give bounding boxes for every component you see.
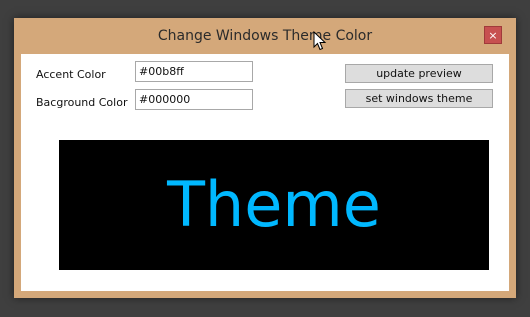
background-color-input[interactable] — [135, 89, 253, 110]
theme-preview-text: Theme — [167, 168, 381, 241]
title-bar[interactable]: Change Windows Theme Color × — [14, 18, 516, 54]
desktop-background: Change Windows Theme Color × Accent Colo… — [0, 0, 530, 317]
set-windows-theme-button[interactable]: set windows theme — [345, 89, 493, 108]
close-icon: × — [488, 29, 498, 42]
update-preview-button[interactable]: update preview — [345, 64, 493, 83]
app-window: Change Windows Theme Color × Accent Colo… — [14, 18, 516, 298]
theme-preview-panel: Theme — [59, 140, 489, 270]
close-button[interactable]: × — [484, 26, 502, 44]
accent-color-input[interactable] — [135, 61, 253, 82]
window-title: Change Windows Theme Color — [157, 28, 373, 44]
background-color-label: Bacground Color — [36, 96, 128, 109]
accent-color-label: Accent Color — [36, 68, 106, 81]
mouse-pointer-icon — [313, 31, 327, 51]
window-content: Accent Color Bacground Color update prev… — [21, 54, 509, 291]
